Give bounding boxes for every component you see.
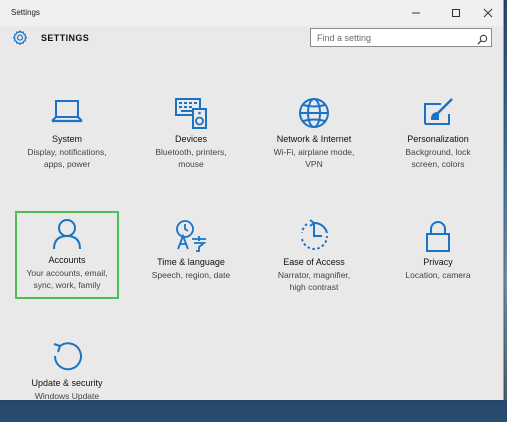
gear-icon: [11, 29, 29, 52]
tile-network[interactable]: Network & Internet Wi-Fi, airplane mode,…: [262, 90, 366, 178]
tile-description: Narrator, magnifier, high contrast: [264, 269, 364, 293]
maximize-button[interactable]: [439, 0, 473, 26]
tile-description: Speech, region, date: [141, 269, 241, 281]
tile-label: Devices: [174, 134, 207, 144]
desc-line: Location, camera: [405, 270, 471, 280]
tile-label: Ease of Access: [283, 257, 345, 267]
tile-label: Update & security: [31, 378, 103, 388]
desc-line: Your accounts, email,: [26, 268, 108, 278]
search-box[interactable]: Find a setting: [310, 28, 492, 47]
tile-label: Personalization: [407, 134, 469, 144]
lock-icon: [386, 219, 490, 255]
desc-line: Wi-Fi, airplane mode,: [273, 147, 355, 157]
tile-update-security[interactable]: Update & security Windows Update: [15, 334, 119, 422]
desc-line: screen, colors: [411, 159, 465, 169]
tile-privacy[interactable]: Privacy Location, camera: [386, 213, 490, 301]
tile-description: Background, lock screen, colors: [388, 146, 488, 170]
tile-ease-of-access[interactable]: Ease of Access Narrator, magnifier, high…: [262, 213, 366, 301]
desc-line: Display, notifications,: [27, 147, 107, 157]
tile-devices[interactable]: Devices Bluetooth, printers, mouse: [139, 90, 243, 178]
person-icon: [17, 217, 117, 253]
ease-of-access-icon: [262, 219, 366, 255]
tile-description: Location, camera: [388, 269, 488, 281]
tile-description: Your accounts, email, sync, work, family: [19, 267, 115, 291]
refresh-icon: [15, 340, 119, 376]
window-title: Settings: [11, 8, 40, 17]
title-bar[interactable]: Settings: [0, 0, 503, 27]
keyboard-speaker-icon: [139, 96, 243, 132]
tile-label: Network & Internet: [276, 134, 352, 144]
desc-line: Background, lock: [405, 147, 471, 157]
tile-personalization[interactable]: Personalization Background, lock screen,…: [386, 90, 490, 178]
search-icon[interactable]: [477, 32, 488, 50]
tile-description: Bluetooth, printers, mouse: [141, 146, 241, 170]
search-input[interactable]: Find a setting: [317, 33, 371, 43]
paintbrush-icon: [386, 96, 490, 132]
laptop-icon: [15, 96, 119, 132]
desc-line: VPN: [305, 159, 323, 169]
settings-window: Settings SETTINGS Find a setting System …: [0, 0, 503, 401]
globe-icon: [262, 96, 366, 132]
desc-line: mouse: [178, 159, 204, 169]
tile-label: Time & language: [157, 257, 225, 267]
tile-description: Wi-Fi, airplane mode, VPN: [264, 146, 364, 170]
tile-label: System: [51, 134, 82, 144]
page-title: SETTINGS: [41, 33, 90, 43]
tile-description: Windows Update: [17, 390, 117, 402]
desc-line: apps, power: [43, 159, 91, 169]
close-button[interactable]: [471, 0, 505, 26]
tile-accounts[interactable]: Accounts Your accounts, email, sync, wor…: [15, 211, 119, 299]
minimize-button[interactable]: [399, 0, 433, 26]
tile-label: Accounts: [48, 255, 86, 265]
desc-line: Narrator, magnifier,: [277, 270, 351, 280]
tile-time-language[interactable]: Time & language Speech, region, date: [139, 213, 243, 301]
desc-line: high contrast: [289, 282, 339, 292]
desc-line: sync, work, family: [33, 280, 101, 290]
language-icon: [139, 219, 243, 255]
tile-system[interactable]: System Display, notifications, apps, pow…: [15, 90, 119, 178]
desc-line: Speech, region, date: [151, 270, 231, 280]
tile-label: Privacy: [423, 257, 453, 267]
desc-line: Bluetooth, printers,: [155, 147, 227, 157]
tile-description: Display, notifications, apps, power: [17, 146, 117, 170]
desc-line: Windows Update: [34, 391, 100, 401]
